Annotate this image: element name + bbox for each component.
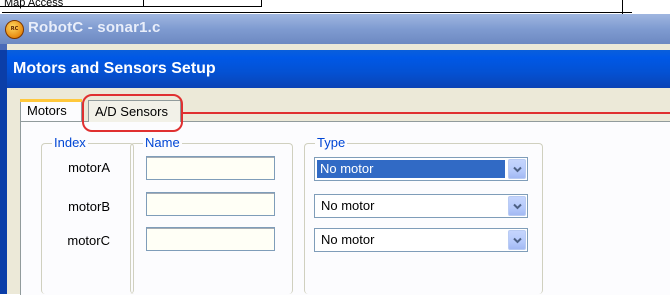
robotc-logo-icon: RC bbox=[5, 20, 24, 39]
chevron-down-icon bbox=[513, 237, 522, 244]
index-group-label: Index bbox=[52, 135, 88, 151]
app-title-bar[interactable]: RC RobotC - sonar1.c bbox=[0, 14, 670, 44]
type-group-label: Type bbox=[315, 135, 348, 151]
background-window-text: Map Access bbox=[4, 0, 64, 9]
dialog-title: Motors and Sensors Setup bbox=[13, 60, 216, 77]
name-group: Name bbox=[130, 135, 293, 294]
chevron-down-icon bbox=[513, 203, 522, 210]
motor-index-label: motorB bbox=[68, 199, 110, 214]
motor-type-select[interactable]: No motor bbox=[314, 157, 528, 181]
motor-name-input[interactable] bbox=[146, 227, 275, 251]
type-group: Type No motor No motor No motor bbox=[304, 135, 543, 294]
tab-motors-label: Motors bbox=[27, 103, 67, 118]
motor-type-value: No motor bbox=[321, 198, 375, 213]
motor-type-value: No motor bbox=[317, 160, 505, 178]
index-group: Index motorA motorB motorC bbox=[41, 135, 134, 294]
motor-type-select[interactable]: No motor bbox=[314, 228, 528, 252]
motor-type-value: No motor bbox=[321, 232, 375, 247]
motor-type-select[interactable]: No motor bbox=[314, 194, 528, 218]
dialog-title-bar[interactable]: Motors and Sensors Setup bbox=[7, 50, 670, 88]
highlight-underline bbox=[183, 112, 670, 114]
dropdown-button[interactable] bbox=[508, 159, 526, 179]
motor-name-input[interactable] bbox=[146, 192, 275, 216]
dialog-edge bbox=[0, 50, 7, 294]
motor-index-label: motorA bbox=[68, 160, 110, 175]
dropdown-button[interactable] bbox=[508, 230, 526, 250]
highlight-annotation bbox=[82, 94, 183, 132]
background-window: Map Access bbox=[0, 0, 670, 14]
tab-motors[interactable]: Motors bbox=[20, 99, 82, 121]
app-title: RobotC - sonar1.c bbox=[28, 19, 161, 36]
motor-index-label: motorC bbox=[67, 233, 110, 248]
name-group-label: Name bbox=[143, 135, 182, 151]
motor-name-input[interactable] bbox=[146, 156, 275, 180]
chevron-down-icon bbox=[513, 166, 522, 173]
dropdown-button[interactable] bbox=[508, 196, 526, 216]
